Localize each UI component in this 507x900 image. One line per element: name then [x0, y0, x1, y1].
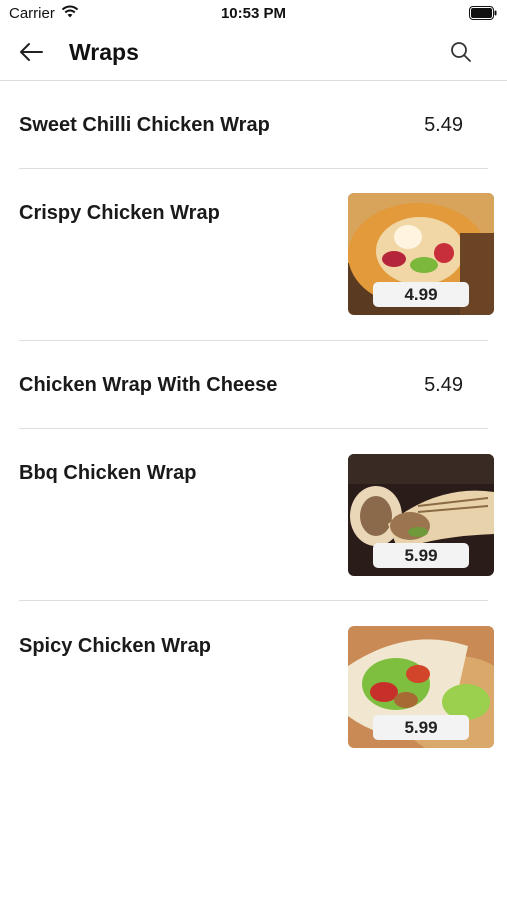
bbq-chicken-wrap-photo: 5.99 — [348, 454, 494, 576]
arrow-left-icon — [18, 42, 44, 67]
search-button[interactable] — [445, 38, 477, 70]
back-button[interactable] — [14, 38, 48, 70]
item-name: Bbq Chicken Wrap — [19, 462, 197, 484]
list-item[interactable]: Spicy Chicken Wrap 5.99 — [0, 601, 507, 781]
search-icon — [450, 41, 472, 68]
status-time: 10:53 PM — [220, 5, 287, 22]
spicy-chicken-wrap-photo: 5.99 — [348, 626, 494, 748]
list-item[interactable]: Chicken Wrap With Cheese 5.49 — [0, 341, 507, 429]
item-name: Crispy Chicken Wrap — [19, 202, 220, 224]
page-title: Wraps — [69, 39, 139, 65]
item-name: Chicken Wrap With Cheese — [19, 374, 278, 396]
status-bar: Carrier 10:53 PM — [0, 0, 507, 28]
list-item[interactable]: Sweet Chilli Chicken Wrap 5.49 — [0, 81, 507, 169]
item-name: Sweet Chilli Chicken Wrap — [19, 114, 270, 136]
price-badge: 4.99 — [373, 282, 469, 307]
item-price: 5.49 — [424, 374, 463, 396]
price-badge: 5.99 — [373, 715, 469, 740]
item-price: 5.49 — [424, 114, 463, 136]
list-item[interactable]: Crispy Chicken Wrap 4.99 — [0, 169, 507, 341]
battery-icon — [469, 6, 497, 25]
nav-bar: Wraps — [0, 28, 507, 81]
price-badge: 5.99 — [373, 543, 469, 568]
item-name: Spicy Chicken Wrap — [19, 635, 211, 657]
list-item[interactable]: Bbq Chicken Wrap 5.99 — [0, 429, 507, 601]
crispy-chicken-wrap-photo: 4.99 — [348, 193, 494, 315]
